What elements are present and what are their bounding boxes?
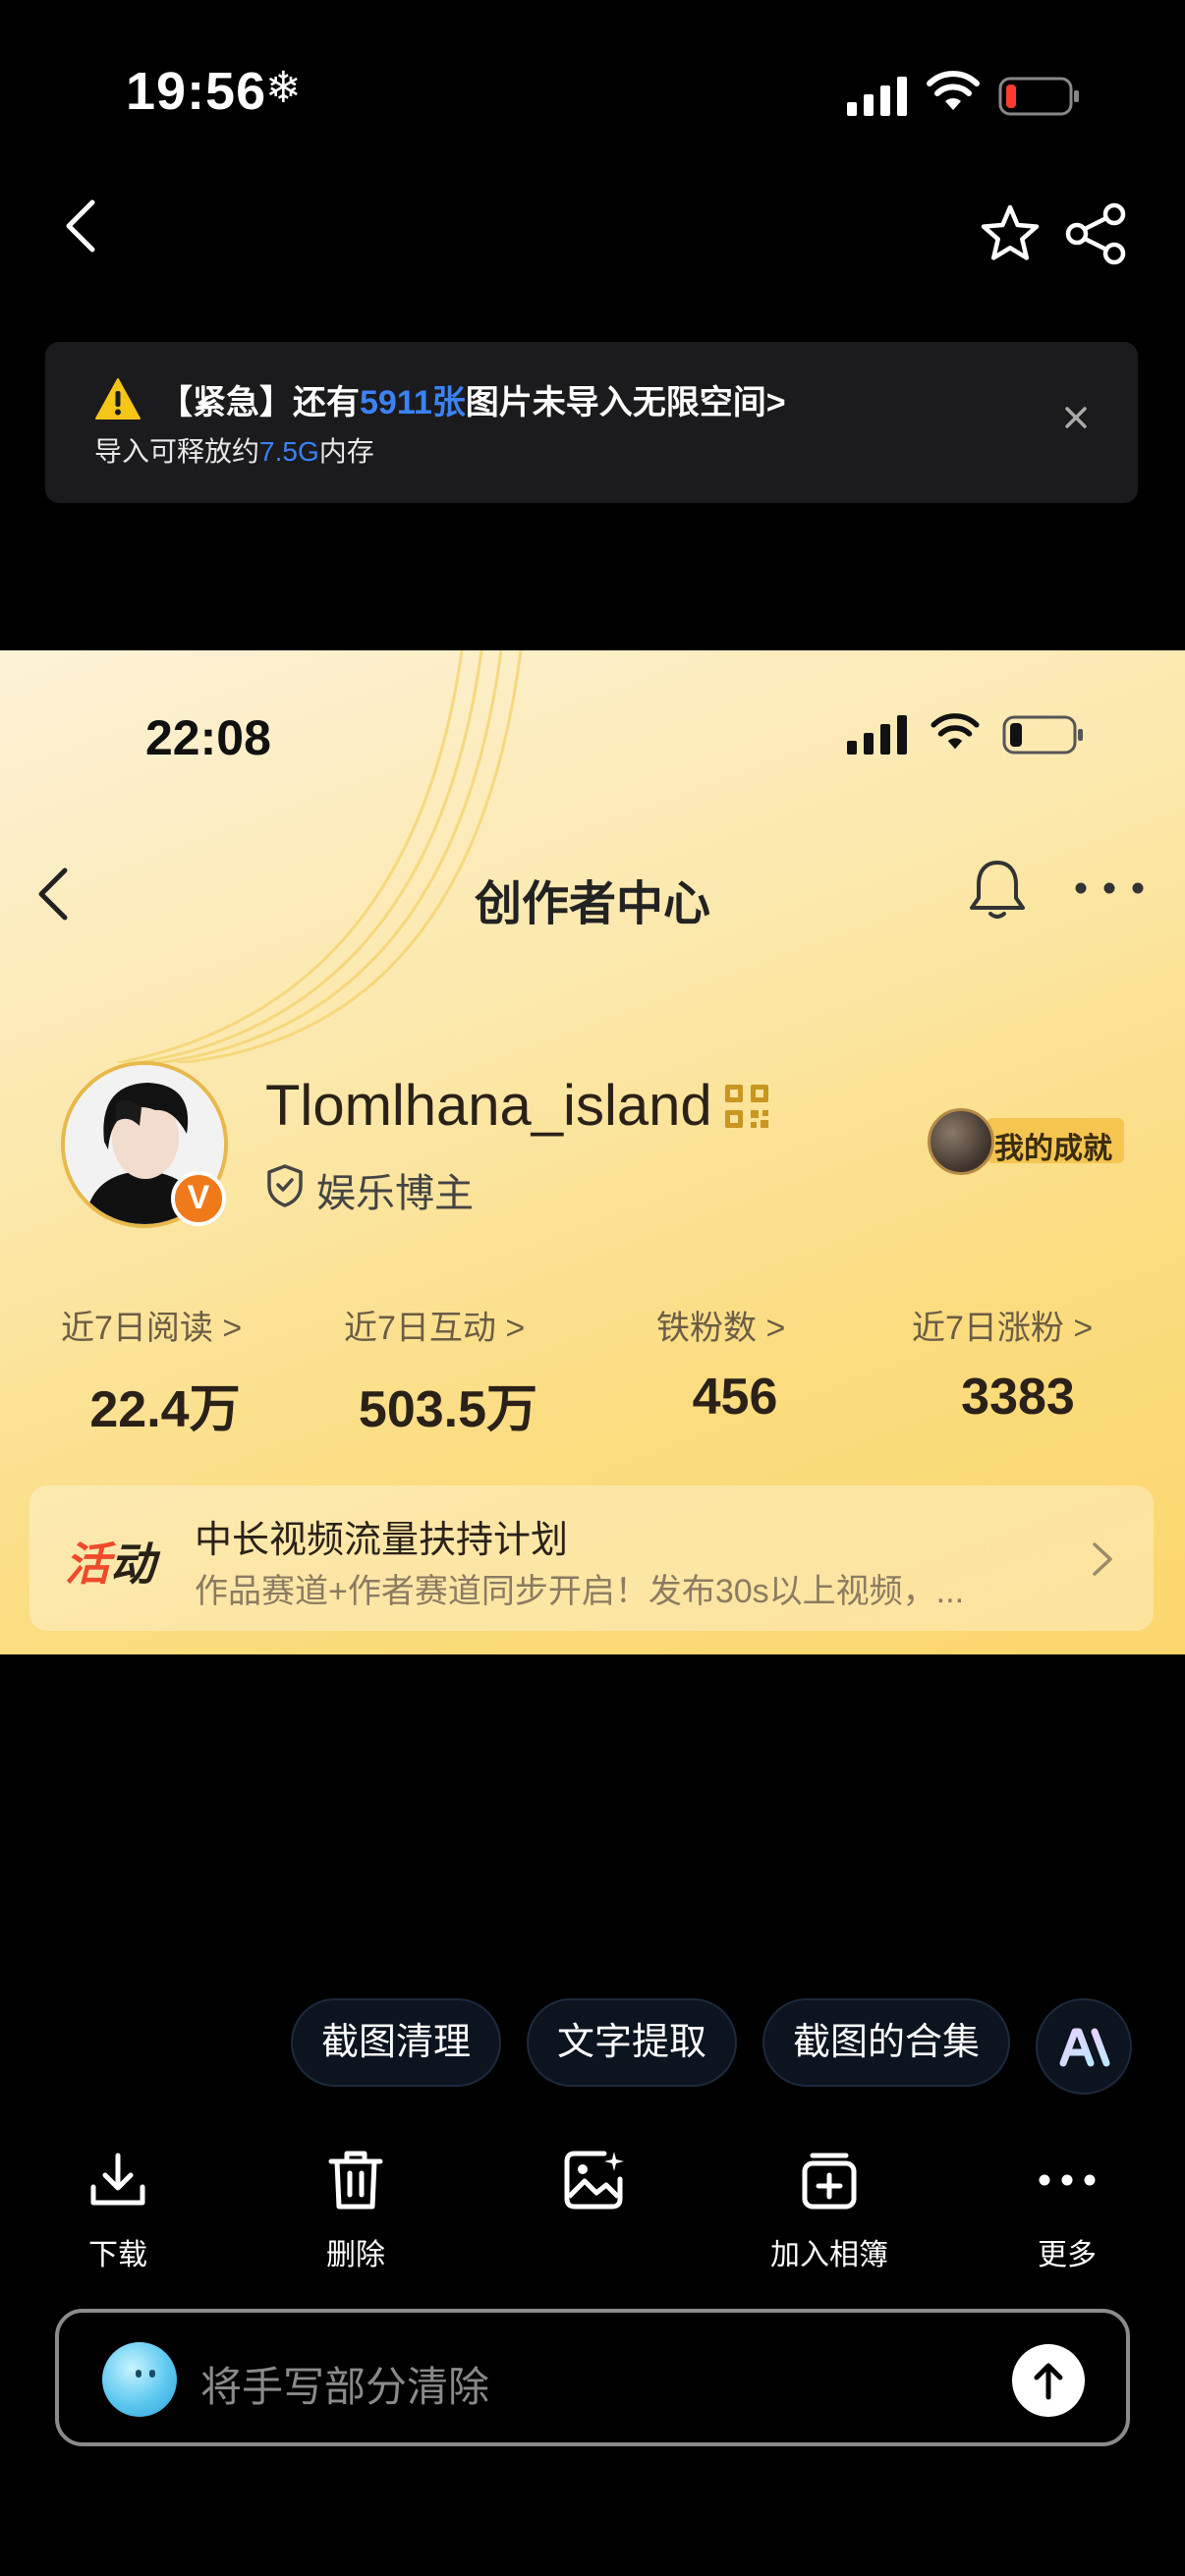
image-edit-button[interactable] <box>515 2148 672 2230</box>
achievement-medal-icon <box>928 1108 994 1175</box>
image-edit-icon <box>564 2151 624 2210</box>
banner-subtext: 导入可释放约7.5G内存 <box>94 436 374 467</box>
stat-label-interactions: 近7日互动 > <box>344 1310 526 1347</box>
orb-eye-right <box>149 2370 155 2378</box>
stat-value-new-fans: 3383 <box>961 1369 1075 1426</box>
add-album-icon <box>802 2153 857 2210</box>
download-label: 下载 <box>88 2239 147 2271</box>
ai-button[interactable] <box>1036 1998 1132 2095</box>
trash-icon <box>328 2151 383 2210</box>
qr-code-icon <box>725 1085 768 1128</box>
inner-more-icon <box>1075 882 1144 894</box>
cellular-signal-icon <box>847 77 907 116</box>
bell-icon <box>970 861 1025 919</box>
screenshot-image: 22:08 创作者中心 V Tlomlhana_island 娱乐博主 我的成就… <box>0 650 1185 1654</box>
inner-cellular-signal-icon <box>847 715 907 755</box>
download-button[interactable]: 下载 <box>39 2148 197 2273</box>
stat-value-fans: 456 <box>692 1369 778 1426</box>
username: Tlomlhana_island <box>265 1074 712 1138</box>
more-button[interactable]: 更多 <box>988 2148 1146 2273</box>
close-icon[interactable] <box>1061 403 1091 432</box>
back-button[interactable] <box>61 198 100 253</box>
delete-label: 删除 <box>326 2239 385 2271</box>
delete-button[interactable]: 删除 <box>277 2148 434 2273</box>
favorite-star-icon[interactable] <box>979 202 1042 265</box>
snowflake-icon: ❄ <box>265 64 302 112</box>
activity-subtitle: 作品赛道+作者赛道同步开启！发布30s以上视频，... <box>195 1573 965 1610</box>
achievement-badge: 我的成就 <box>928 1108 1124 1175</box>
chip-screenshot-collection[interactable]: 截图的合集 <box>762 1998 1010 2087</box>
more-icon <box>1039 2174 1096 2186</box>
battery-icon <box>998 77 1079 116</box>
activity-card: 活动 中长视频流量扶持计划 作品赛道+作者赛道同步开启！发布30s以上视频，..… <box>29 1485 1154 1631</box>
activity-title: 中长视频流量扶持计划 <box>195 1520 569 1561</box>
shield-icon <box>267 1164 303 1207</box>
inner-wifi-icon <box>931 713 980 750</box>
inner-battery-icon <box>1002 715 1083 755</box>
stat-value-interactions: 503.5万 <box>358 1381 538 1438</box>
inner-status-time: 22:08 <box>145 710 271 765</box>
add-to-album-button[interactable]: 加入相簿 <box>751 2148 908 2273</box>
arrow-up-icon <box>1034 2363 1063 2400</box>
stat-label-reads: 近7日阅读 > <box>61 1310 243 1347</box>
achievement-label: 我的成就 <box>994 1133 1112 1165</box>
share-icon[interactable] <box>1063 200 1130 267</box>
verified-badge: V <box>171 1171 226 1226</box>
banner-headline: 【紧急】还有5911张图片未导入无限空间> <box>159 384 786 421</box>
warning-icon <box>95 378 141 420</box>
add-to-album-label: 加入相簿 <box>770 2239 888 2271</box>
creator-role: 娱乐博主 <box>316 1172 474 1215</box>
status-time: 19:56 <box>126 62 267 121</box>
download-icon <box>90 2153 145 2206</box>
stat-label-new-fans: 近7日涨粉 > <box>912 1310 1094 1347</box>
prompt-input[interactable]: 将手写部分清除 <box>200 2354 489 2414</box>
decorative-arcs <box>117 650 523 1063</box>
send-button[interactable] <box>1012 2344 1085 2417</box>
assistant-orb-icon <box>102 2342 177 2417</box>
storage-alert-banner[interactable]: 【紧急】还有5911张图片未导入无限空间> 导入可释放约7.5G内存 <box>45 342 1138 503</box>
wifi-icon <box>927 71 980 110</box>
activity-tag: 活动 <box>65 1539 155 1590</box>
more-label: 更多 <box>1038 2239 1097 2271</box>
stat-value-reads: 22.4万 <box>89 1381 241 1438</box>
chevron-right-icon <box>1093 1542 1112 1576</box>
chip-text-extract[interactable]: 文字提取 <box>527 1998 737 2087</box>
orb-eye-left <box>136 2370 141 2378</box>
ai-icon <box>1059 2028 1110 2067</box>
chip-screenshot-cleanup[interactable]: 截图清理 <box>291 1998 501 2087</box>
prompt-input-container[interactable]: 将手写部分清除 <box>55 2309 1130 2446</box>
stat-label-fans: 铁粉数 > <box>656 1310 786 1347</box>
